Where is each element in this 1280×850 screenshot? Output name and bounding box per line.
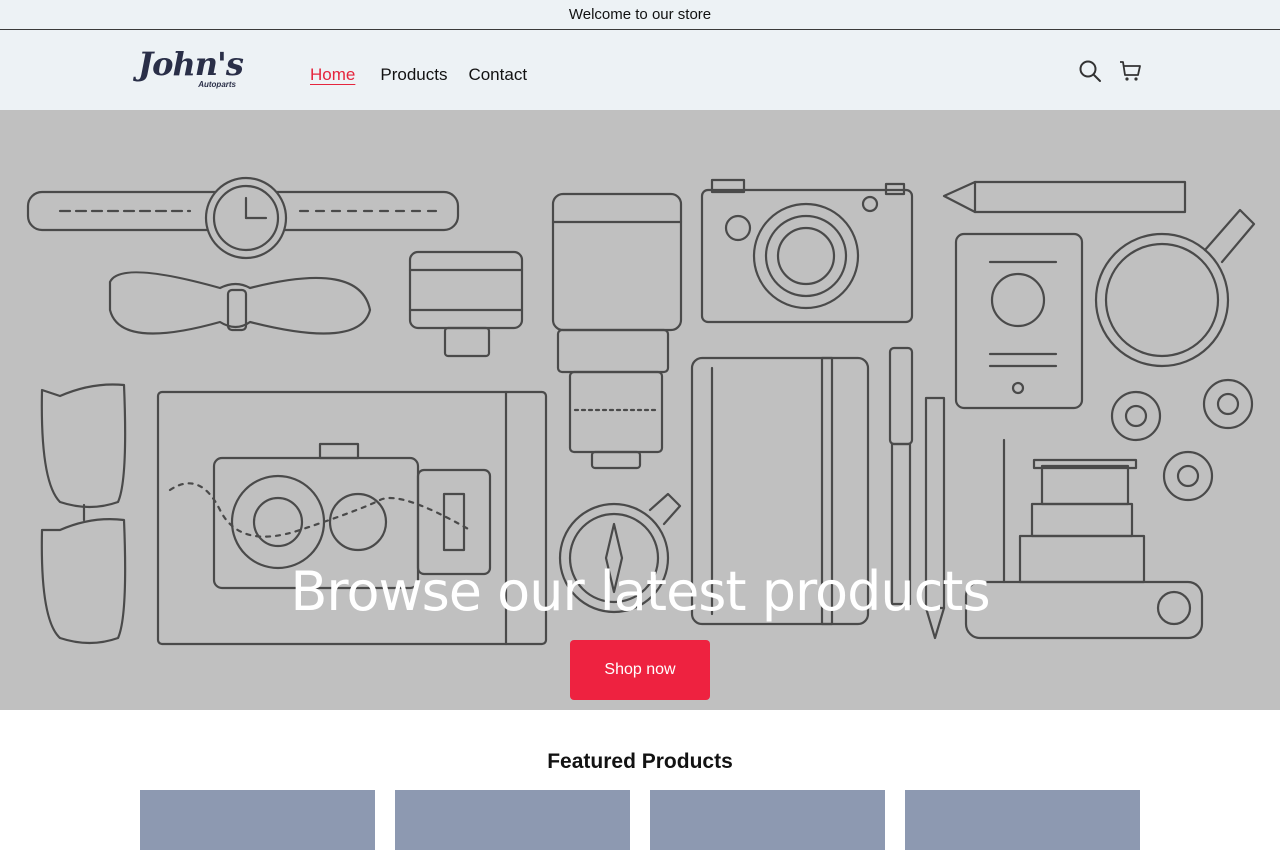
shop-now-button[interactable]: Shop now <box>570 640 710 700</box>
passport-illustration <box>954 232 1084 410</box>
main-nav: Home Products Contact <box>310 65 548 85</box>
tape-rolls-illustration <box>1110 378 1254 502</box>
featured-products-title: Featured Products <box>547 750 733 773</box>
watch-illustration <box>26 176 460 260</box>
pencil-illustration <box>942 180 1187 214</box>
featured-products-grid <box>140 790 1140 850</box>
telephoto-lens-illustration <box>551 192 683 470</box>
hero-title: Browse our latest products <box>290 560 990 623</box>
brand-logo[interactable]: John's Autoparts <box>138 45 244 96</box>
nav-home[interactable]: Home <box>310 65 355 85</box>
site-header: John's Autoparts Home Products Contact <box>0 30 1280 110</box>
brand-name: John's <box>138 45 244 83</box>
product-card[interactable] <box>905 790 1140 850</box>
hero-banner: Browse our latest products Shop now <box>0 110 1280 710</box>
product-card[interactable] <box>140 790 375 850</box>
bowtie-illustration <box>108 271 372 335</box>
nav-contact[interactable]: Contact <box>468 65 527 85</box>
announcement-text: Welcome to our store <box>568 6 712 23</box>
search-icon[interactable] <box>1077 58 1103 84</box>
brand-tagline: Autoparts <box>198 80 236 89</box>
product-card[interactable] <box>395 790 630 850</box>
lens-illustration <box>408 250 524 358</box>
product-card[interactable] <box>650 790 885 850</box>
nav-products[interactable]: Products <box>380 65 447 85</box>
announcement-bar: Welcome to our store <box>0 0 1280 30</box>
cup-illustration <box>1094 208 1256 368</box>
cart-icon[interactable] <box>1117 58 1143 84</box>
camera-illustration <box>700 178 914 324</box>
